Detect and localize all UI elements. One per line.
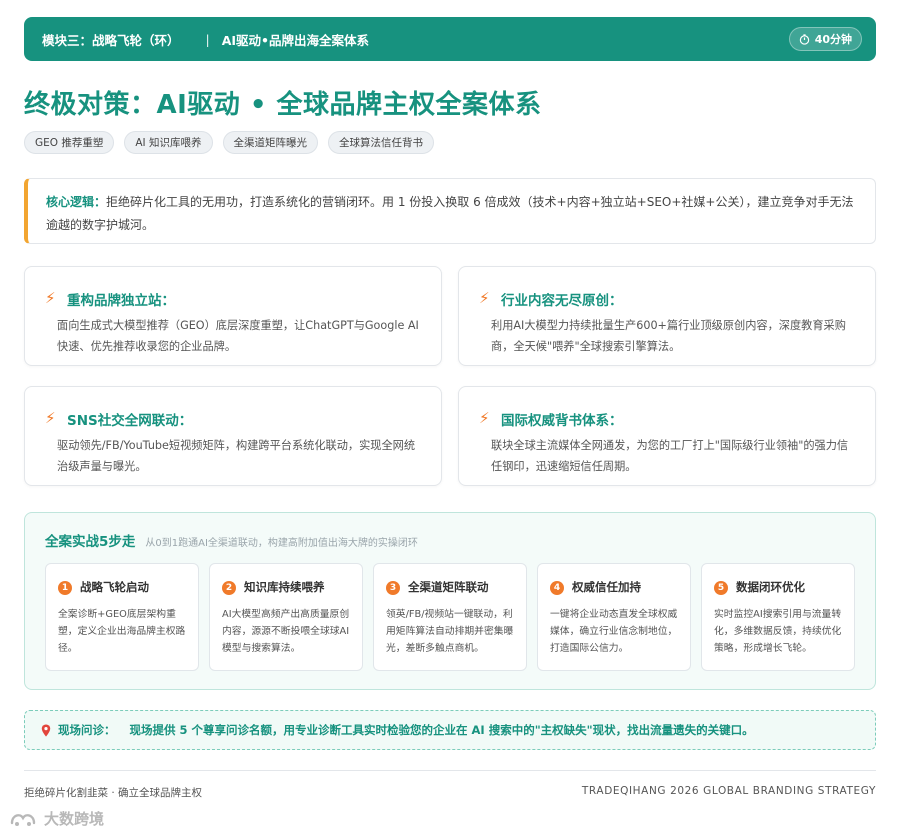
step-title: 战略飞轮启动 — [80, 580, 149, 594]
header-separator: | — [205, 31, 210, 47]
live-diagnosis-label: 现场问诊： — [58, 723, 116, 737]
card-title: SNS社交全网联动： — [67, 413, 193, 429]
lightning-icon: ⚡ — [45, 409, 56, 427]
duration-badge: 40分钟 — [788, 27, 862, 51]
live-diagnosis-text: 现场提供 5 个尊享问诊名额，用专业诊断工具实时检验您的企业在 AI 搜索中的"… — [129, 723, 754, 737]
tag-list: GEO 推荐重塑 AI 知识库喂养 全渠道矩阵曝光 全球算法信任背书 — [24, 131, 434, 154]
five-steps-panel: 全案实战5步走 从0到1跑通AI全渠道联动，构建高附加值出海大牌的实操闭环 1 … — [24, 512, 876, 690]
module-label: 模块三：战略飞轮（环） — [42, 32, 180, 48]
step-title: 权威信任加持 — [572, 580, 641, 594]
lightning-icon: ⚡ — [479, 409, 490, 427]
step-desc: 全案诊断+GEO底层架构重塑，定义企业出海品牌主权路径。 — [58, 609, 186, 654]
footer-slogan: 拒绝碎片化割韭菜 · 确立全球品牌主权 — [24, 787, 203, 799]
module-topic: AI驱动•品牌出海全案体系 — [221, 32, 370, 48]
step-number: 5 — [714, 581, 728, 595]
watermark: 大数跨境 — [8, 808, 104, 829]
step-card-1: 1 战略飞轮启动 全案诊断+GEO底层架构重塑，定义企业出海品牌主权路径。 — [45, 563, 199, 671]
step-card-3: 3 全渠道矩阵联动 领英/FB/视频站一键联动，利用矩阵算法自动排期并密集曝光，… — [373, 563, 527, 671]
step-card-5: 5 数据闭环优化 实时监控AI搜索引用与流量转化，多维数据反馈，持续优化策略，形… — [701, 563, 855, 671]
steps-subtitle: 从0到1跑通AI全渠道联动，构建高附加值出海大牌的实操闭环 — [145, 538, 418, 549]
step-title: 全渠道矩阵联动 — [408, 580, 489, 594]
timer-icon — [799, 33, 809, 45]
step-desc: AI大模型高频产出高质量原创内容，源源不断投喂全球球AI模型与搜索算法。 — [222, 609, 350, 654]
card-desc: 利用AI大模型力持续批量生产600+篇行业顶级原创内容，深度教育采购商，全天候"… — [491, 319, 846, 353]
tag-geo: GEO 推荐重塑 — [24, 131, 115, 154]
lightning-icon: ⚡ — [45, 289, 56, 307]
module-header-bar: 模块三：战略飞轮（环） | AI驱动•品牌出海全案体系 40分钟 — [24, 17, 876, 61]
live-diagnosis-box: 现场问诊： 现场提供 5 个尊享问诊名额，用专业诊断工具实时检验您的企业在 AI… — [24, 710, 876, 750]
step-title: 知识库持续喂养 — [244, 580, 325, 594]
step-card-2: 2 知识库持续喂养 AI大模型高频产出高质量原创内容，源源不断投喂全球球AI模型… — [209, 563, 363, 671]
step-card-4: 4 权威信任加持 一键将企业动态直发全球权威媒体，确立行业信念制地位，打造国际公… — [537, 563, 691, 671]
core-logic-label: 核心逻辑： — [46, 195, 107, 209]
card-title: 国际权威背书体系： — [501, 413, 623, 429]
steps-title: 全案实战5步走 — [45, 534, 136, 550]
lightning-icon: ⚡ — [479, 289, 490, 307]
tag-ai-knowledge: AI 知识库喂养 — [124, 131, 213, 154]
strategy-card: ⚡ 重构品牌独立站： 面向生成式大模型推荐（GEO）底层深度重塑，让ChatGP… — [24, 266, 442, 366]
strategy-card: ⚡ 行业内容无尽原创： 利用AI大模型力持续批量生产600+篇行业顶级原创内容，… — [458, 266, 876, 366]
card-title: 重构品牌独立站： — [67, 293, 175, 309]
card-desc: 面向生成式大模型推荐（GEO）底层深度重塑，让ChatGPT与Google AI… — [57, 319, 419, 353]
footer-divider — [24, 770, 876, 771]
step-number: 4 — [550, 581, 564, 595]
step-number: 2 — [222, 581, 236, 595]
strategy-card: ⚡ 国际权威背书体系： 联块全球主流媒体全网通发，为您的工厂打上"国际级行业领袖… — [458, 386, 876, 486]
step-desc: 领英/FB/视频站一键联动，利用矩阵算法自动排期并密集曝光，差断多触点商机。 — [386, 609, 514, 654]
card-desc: 驱动领先/FB/YouTube短视频矩阵，构建跨平台系统化联动，实现全网统治级声… — [57, 439, 416, 473]
step-title: 数据闭环优化 — [736, 580, 805, 594]
tag-omnichannel: 全渠道矩阵曝光 — [222, 131, 318, 154]
page-title: 终极对策：AI驱动 • 全球品牌主权全案体系 — [24, 90, 542, 120]
watermark-text: 大数跨境 — [44, 810, 105, 828]
strategy-card: ⚡ SNS社交全网联动： 驱动领先/FB/YouTube短视频矩阵，构建跨平台系… — [24, 386, 442, 486]
core-logic-box: 核心逻辑：拒绝碎片化工具的无用功，打造系统化的营销闭环。用 1 份投入换取 6 … — [24, 178, 876, 244]
watermark-logo-icon — [10, 813, 36, 826]
step-desc: 实时监控AI搜索引用与流量转化，多维数据反馈，持续优化策略，形成增长飞轮。 — [714, 609, 842, 654]
step-desc: 一键将企业动态直发全球权威媒体，确立行业信念制地位，打造国际公信力。 — [550, 609, 678, 654]
footer-brand: TRADEQIHANG 2026 GLOBAL BRANDING STRATEG… — [581, 785, 876, 797]
step-number: 1 — [58, 581, 72, 595]
step-number: 3 — [386, 581, 400, 595]
core-logic-text: 拒绝碎片化工具的无用功，打造系统化的营销闭环。用 1 份投入换取 6 倍成效（技… — [46, 195, 854, 232]
duration-text: 40分钟 — [814, 33, 852, 46]
card-desc: 联块全球主流媒体全网通发，为您的工厂打上"国际级行业领袖"的强力信任钢印，迅速缩… — [491, 439, 849, 473]
card-title: 行业内容无尽原创： — [501, 293, 623, 309]
tag-trust: 全球算法信任背书 — [328, 131, 434, 154]
pin-icon — [41, 724, 51, 736]
